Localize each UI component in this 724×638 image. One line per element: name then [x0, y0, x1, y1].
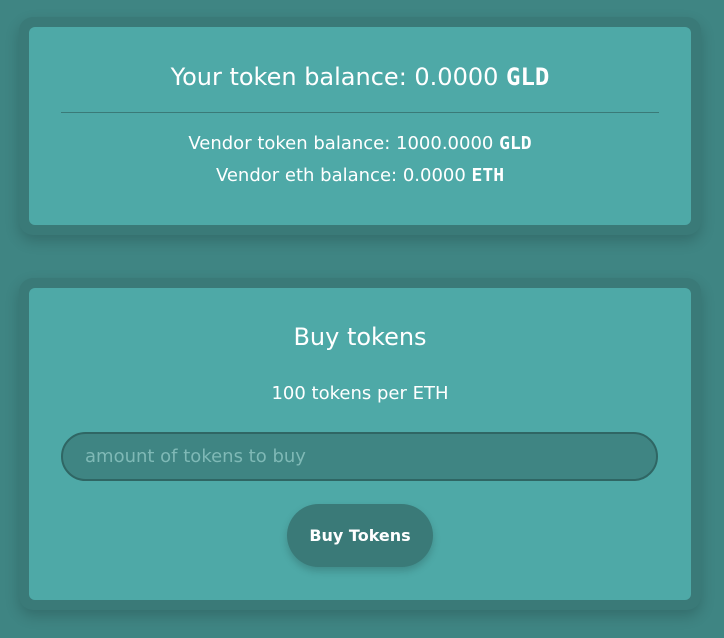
balance-card-frame: Your token balance: 0.0000 GLD Vendor to… — [19, 17, 701, 235]
vendor-token-balance: Vendor token balance: 1000.0000 GLD — [29, 132, 691, 156]
buy-tokens-button[interactable]: Buy Tokens — [287, 504, 433, 567]
vendor-eth-balance: Vendor eth balance: 0.0000 ETH — [29, 164, 691, 188]
vendor-token-balance-unit: GLD — [499, 133, 532, 154]
divider — [61, 112, 659, 113]
buy-card-frame: Buy tokens 100 tokens per ETH Buy Tokens — [19, 278, 701, 610]
vendor-eth-balance-value: 0.0000 — [402, 165, 466, 186]
tokens-amount-input[interactable] — [61, 432, 658, 481]
your-token-balance: Your token balance: 0.0000 GLD — [29, 61, 691, 93]
token-rate: 100 tokens per ETH — [271, 383, 449, 404]
vendor-token-balance-value: 1000.0000 — [396, 133, 494, 154]
balance-card: Your token balance: 0.0000 GLD Vendor to… — [29, 27, 691, 225]
your-token-balance-label: Your token balance: — [170, 63, 415, 91]
vendor-eth-balance-unit: ETH — [471, 165, 505, 186]
vendor-token-balance-label: Vendor token balance: — [188, 133, 397, 154]
your-token-balance-unit: GLD — [506, 63, 550, 91]
buy-card: Buy tokens 100 tokens per ETH Buy Tokens — [29, 288, 691, 600]
buy-tokens-title: Buy tokens — [293, 323, 427, 351]
vendor-eth-balance-label: Vendor eth balance: — [215, 165, 403, 186]
your-token-balance-value: 0.0000 — [414, 63, 499, 91]
